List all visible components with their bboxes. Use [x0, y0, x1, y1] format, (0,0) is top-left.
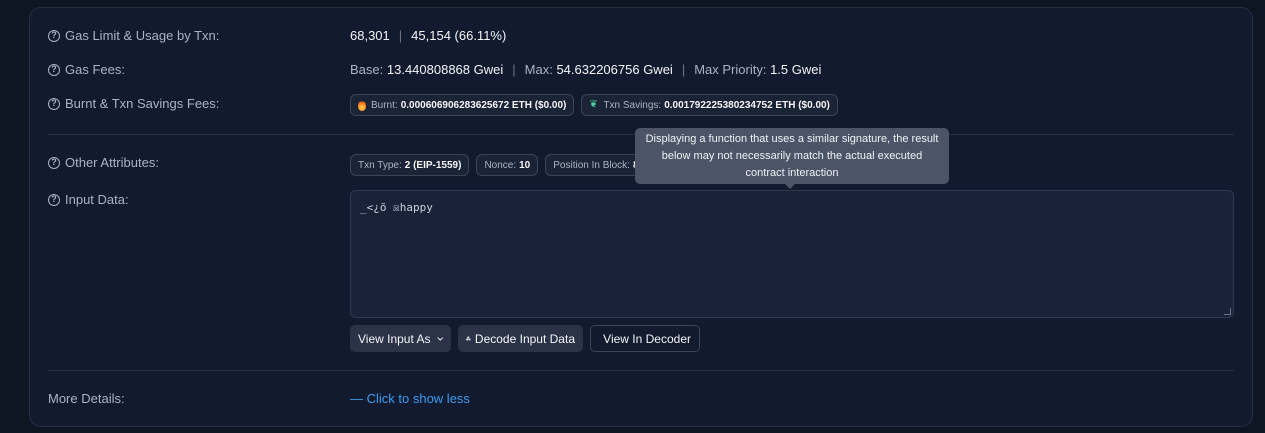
other-attributes-label-text: Other Attributes:	[65, 155, 159, 170]
nonce-value: 10	[519, 159, 531, 171]
position-badge: Position In Block: 8	[545, 154, 647, 176]
help-icon[interactable]: ?	[48, 156, 60, 169]
gas-fees-value: Base: 13.440808868 Gwei | Max: 54.632206…	[350, 62, 821, 77]
decode-input-data-label: Decode Input Data	[474, 331, 575, 346]
position-label: Position In Block:	[553, 159, 630, 171]
input-data-label-text: Input Data:	[65, 192, 129, 207]
more-details-label: More Details:	[48, 391, 125, 406]
burnt-fees-label-text: Burnt & Txn Savings Fees:	[65, 96, 220, 111]
savings-label: Txn Savings:	[603, 99, 662, 111]
nonce-badge: Nonce: 10	[476, 154, 539, 176]
other-attributes-value: Txn Type: 2 (EIP-1559) Nonce: 10 Positio…	[350, 154, 654, 176]
help-icon[interactable]: ?	[48, 29, 60, 42]
gas-limit-amount: 68,301	[350, 28, 390, 43]
signature-tooltip: Displaying a function that uses a simila…	[635, 128, 949, 189]
gas-limit-value: 68,301 | 45,154 (66.11%)	[350, 28, 506, 43]
max-fee-label: Max:	[524, 62, 553, 77]
txn-type-value: 2 (EIP-1559)	[404, 159, 462, 171]
divider	[48, 370, 1234, 371]
base-fee-value: 13.440808868 Gwei	[386, 62, 504, 77]
resize-handle-icon[interactable]	[1224, 308, 1231, 315]
help-icon[interactable]: ?	[48, 193, 60, 206]
burnt-badge: Burnt: 0.000606906283625672 ETH ($0.00)	[350, 94, 575, 116]
transaction-details-card: ? Gas Limit & Usage by Txn: 68,301 | 45,…	[29, 7, 1253, 427]
nonce-label: Nonce:	[484, 159, 517, 171]
show-less-link[interactable]: — Click to show less	[350, 391, 470, 406]
separator: |	[398, 28, 403, 43]
view-in-decoder-label: View In Decoder	[603, 331, 691, 346]
separator: |	[681, 62, 686, 77]
max-fee-value: 54.632206756 Gwei	[556, 62, 673, 77]
burnt-label: Burnt:	[371, 99, 398, 111]
burnt-value: 0.000606906283625672 ETH ($0.00)	[400, 99, 567, 111]
input-data-label: ? Input Data:	[48, 192, 129, 207]
gas-limit-label-text: Gas Limit & Usage by Txn:	[65, 28, 220, 43]
savings-icon: ❦	[589, 99, 598, 110]
view-input-as-label: View Input As	[358, 331, 431, 346]
input-data-textarea[interactable]: _<¿õ ☒happy	[350, 190, 1234, 318]
separator: |	[512, 62, 516, 77]
base-fee-label: Base:	[350, 62, 384, 77]
burnt-fees-label: ? Burnt & Txn Savings Fees:	[48, 96, 219, 111]
cubes-icon	[466, 336, 471, 341]
txn-savings-badge: ❦ Txn Savings: 0.001792225380234752 ETH …	[581, 94, 838, 116]
gas-fees-label-text: Gas Fees:	[65, 62, 125, 77]
other-attributes-label: ? Other Attributes:	[48, 155, 159, 170]
txn-type-label: Txn Type:	[358, 159, 402, 171]
flame-icon	[358, 99, 366, 111]
help-icon[interactable]: ?	[48, 63, 60, 76]
max-priority-label: Max Priority:	[694, 62, 767, 77]
max-priority-value: 1.5 Gwei	[770, 62, 822, 77]
chevron-down-icon	[436, 336, 443, 341]
view-in-decoder-button[interactable]: View In Decoder	[590, 325, 700, 352]
gas-limit-label: ? Gas Limit & Usage by Txn:	[48, 28, 219, 43]
input-data-text: _<¿õ ☒happy	[360, 201, 433, 214]
burnt-fees-value: Burnt: 0.000606906283625672 ETH ($0.00) …	[350, 94, 845, 116]
view-input-as-button[interactable]: View Input As	[350, 325, 451, 352]
gas-usage-amount: 45,154 (66.11%)	[411, 28, 507, 43]
savings-value: 0.001792225380234752 ETH ($0.00)	[664, 99, 830, 111]
decode-input-data-button[interactable]: Decode Input Data	[458, 325, 583, 352]
more-details-value: — Click to show less	[350, 391, 470, 406]
gas-fees-label: ? Gas Fees:	[48, 62, 125, 77]
txn-type-badge: Txn Type: 2 (EIP-1559)	[350, 154, 470, 176]
help-icon[interactable]: ?	[48, 97, 60, 110]
